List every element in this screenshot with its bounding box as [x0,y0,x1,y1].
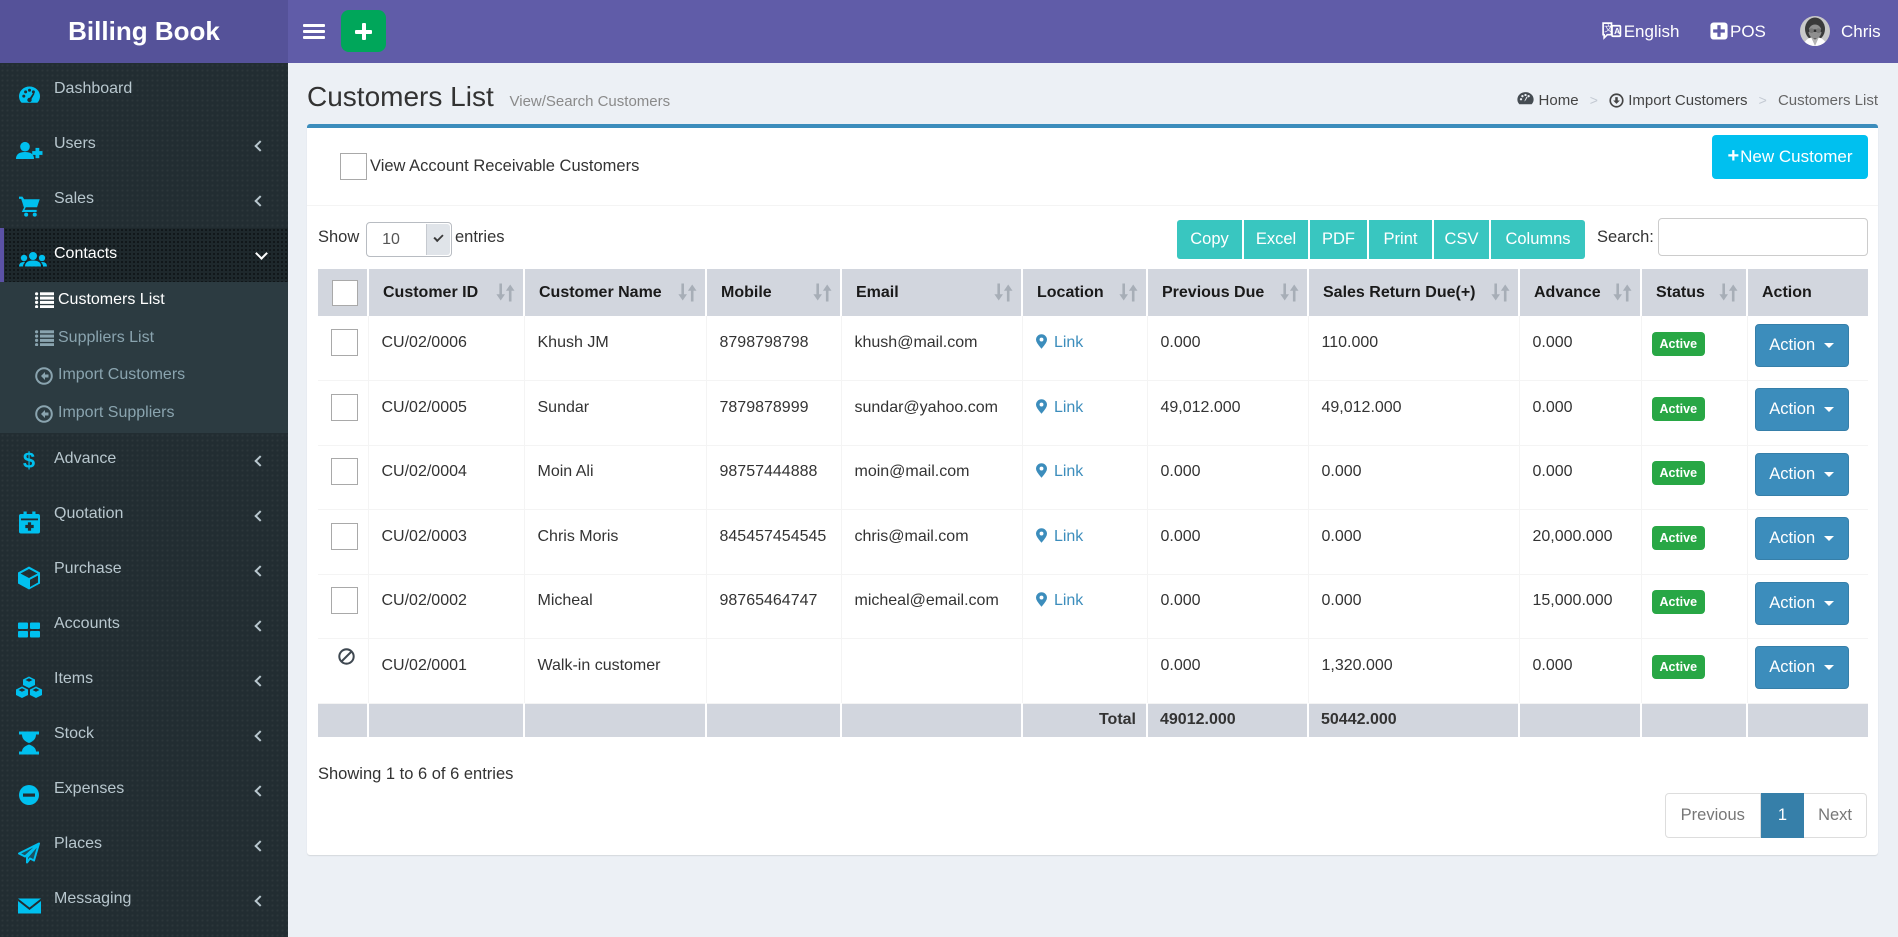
svg-text:A: A [1614,26,1620,36]
